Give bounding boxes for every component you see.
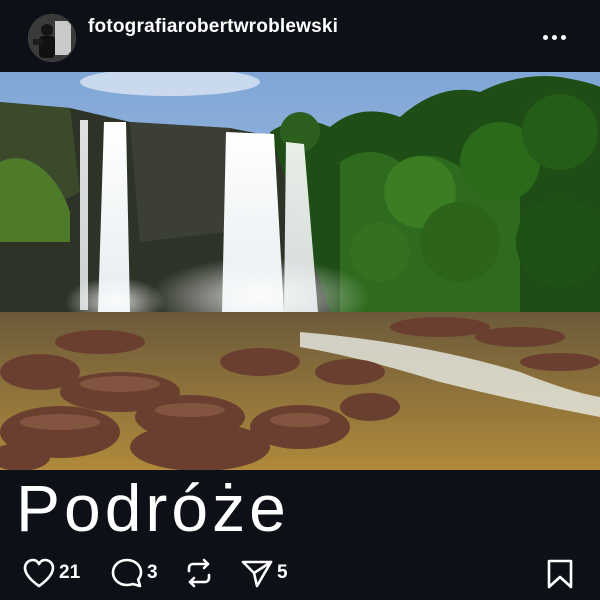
send-button[interactable]: 5: [240, 556, 288, 590]
more-options-icon[interactable]: [534, 24, 574, 50]
action-bar: 21 3 5: [0, 550, 600, 596]
comment-count: 3: [147, 562, 158, 583]
post-header: fotografiarobertwroblewski: [0, 0, 600, 72]
like-button[interactable]: 21: [22, 556, 80, 590]
bookmark-icon[interactable]: [546, 558, 574, 595]
post-caption: Podróże: [16, 471, 290, 545]
repost-icon: [182, 557, 216, 589]
post-photo[interactable]: [0, 72, 600, 470]
heart-icon: [22, 557, 56, 589]
send-icon: [240, 557, 274, 589]
repost-button[interactable]: [182, 556, 216, 590]
share-count: 5: [277, 562, 288, 583]
like-count: 21: [59, 562, 81, 583]
comment-bubble-icon: [110, 557, 144, 589]
username[interactable]: fotografiarobertwroblewski: [88, 16, 338, 38]
avatar[interactable]: [28, 14, 76, 62]
comment-button[interactable]: 3: [110, 556, 158, 590]
